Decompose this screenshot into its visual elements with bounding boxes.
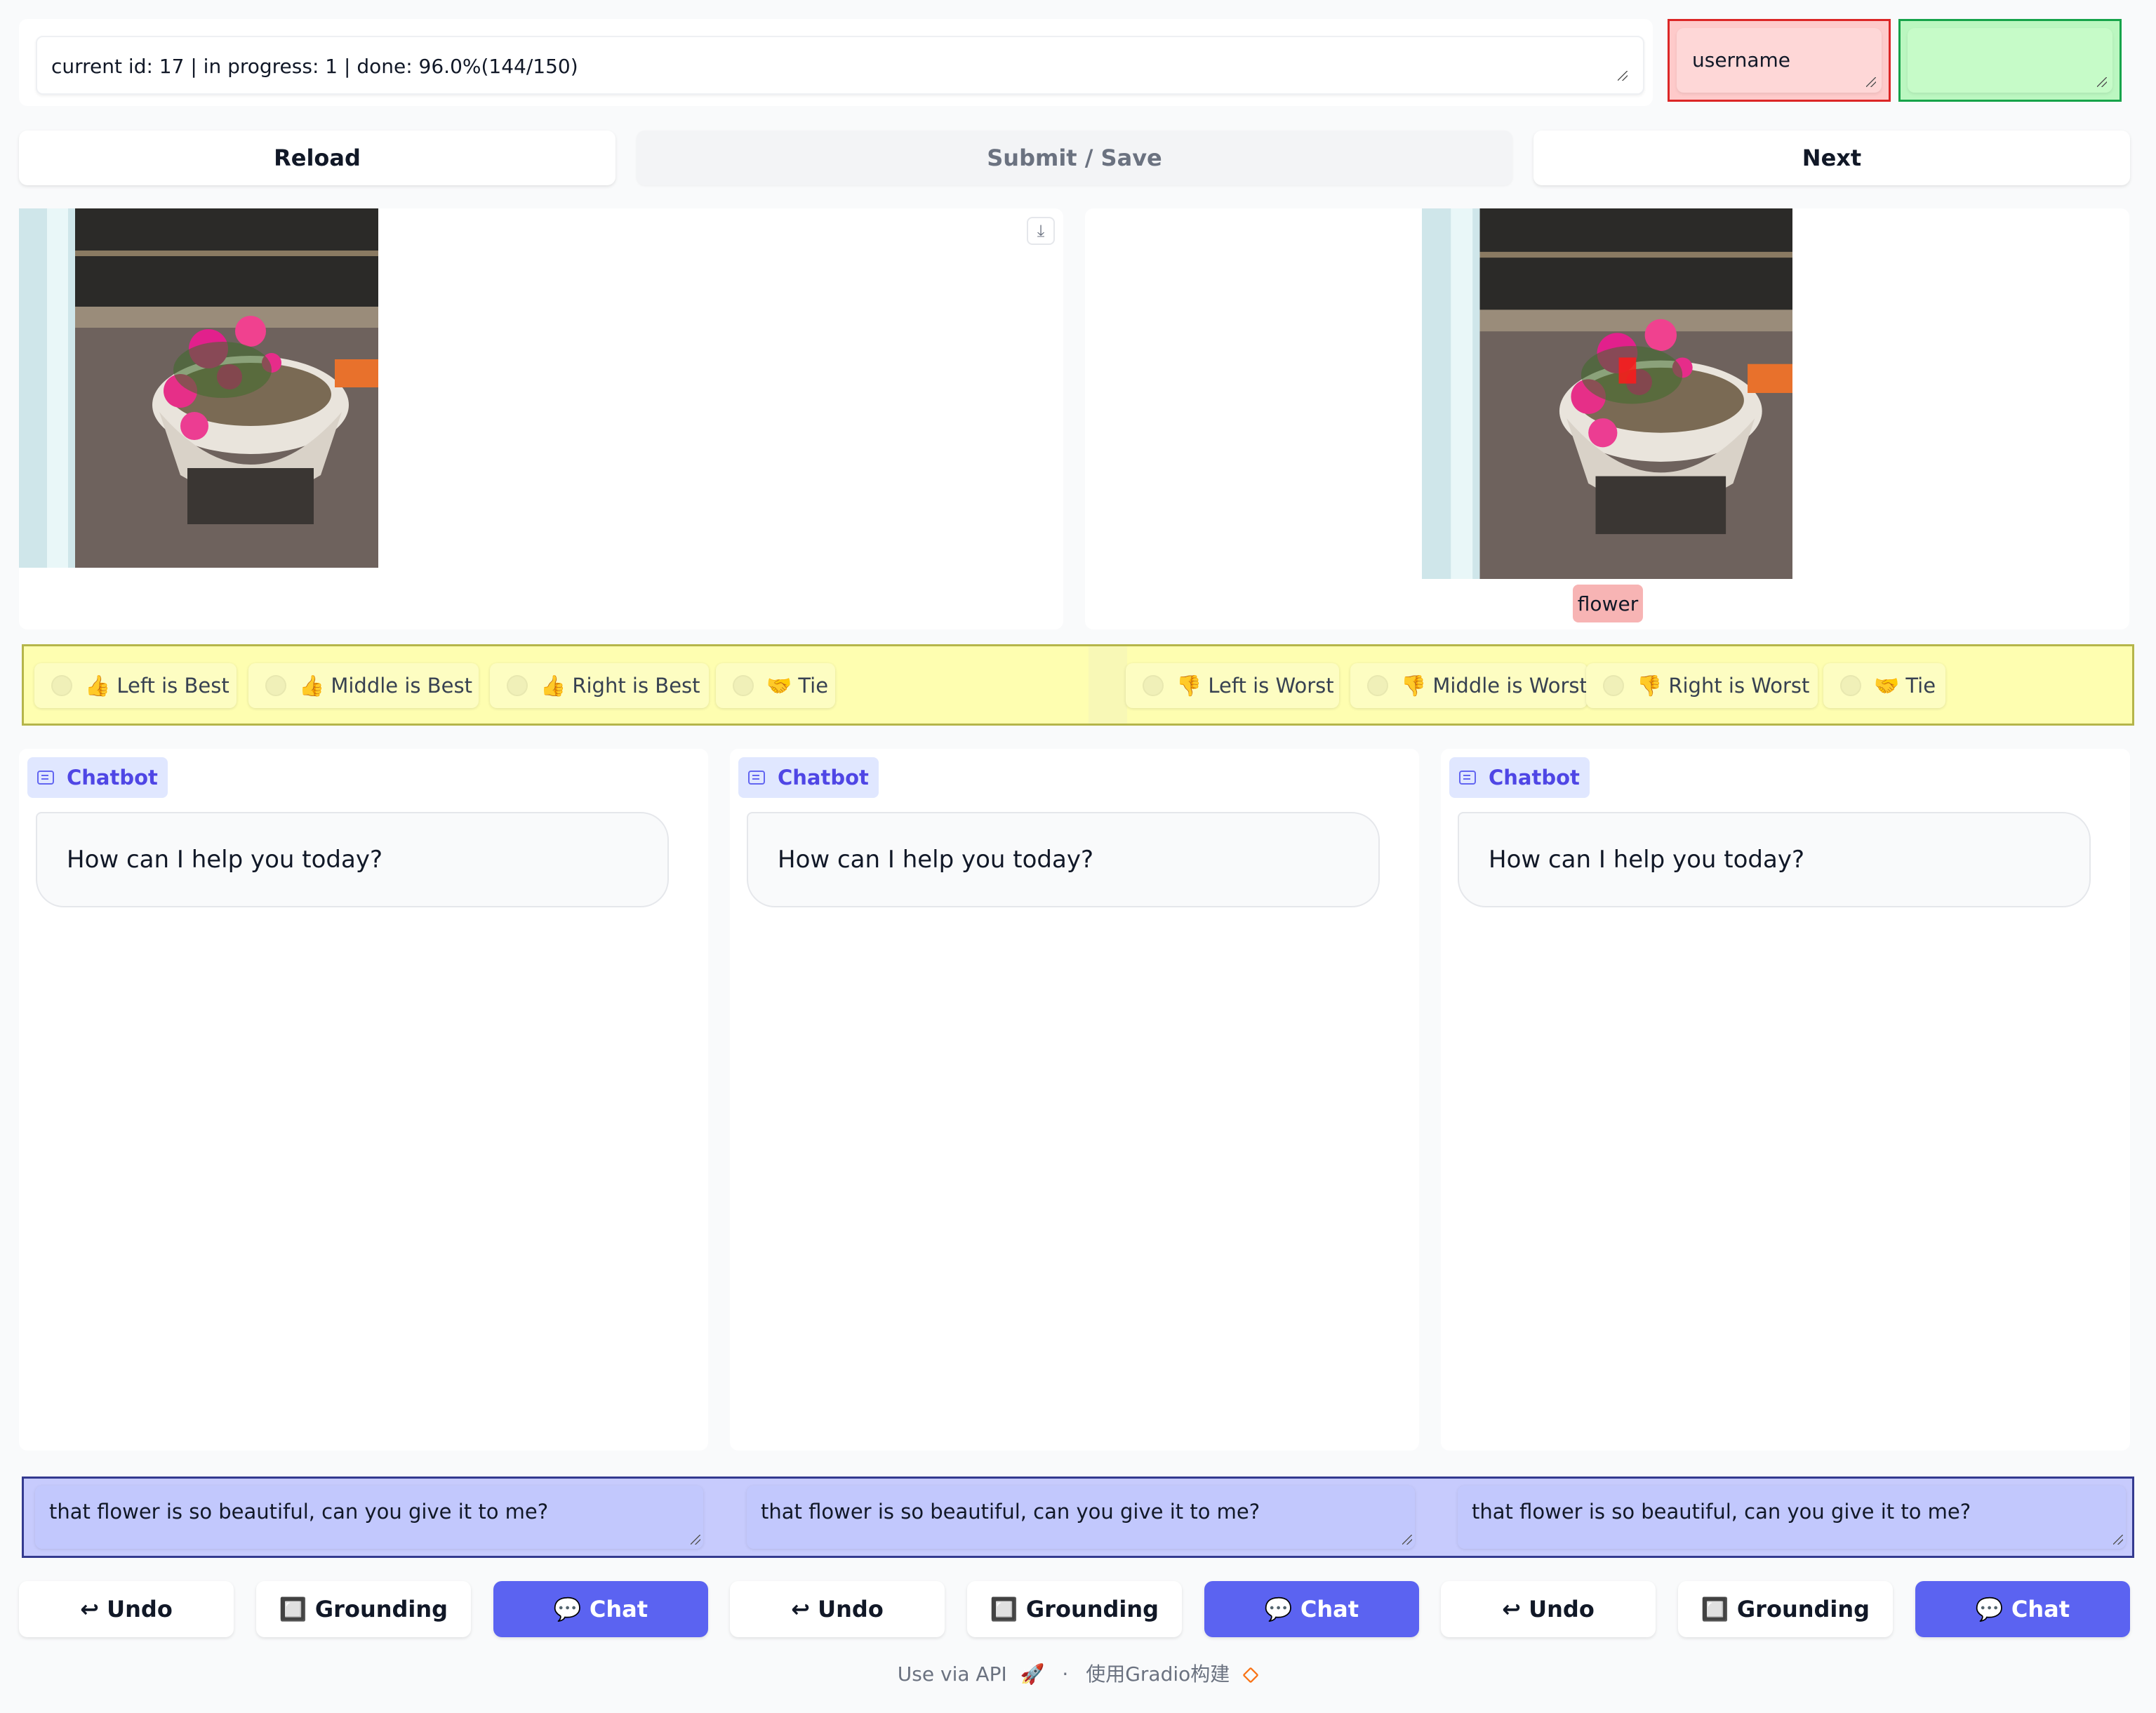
download-icon[interactable]: ⤓ (1027, 217, 1055, 245)
resize-handle-icon[interactable] (1866, 77, 1876, 87)
chat-message: How can I help you today? (1458, 812, 2091, 907)
username-input[interactable]: username (1677, 28, 1882, 93)
gradio-logo-icon (1242, 1667, 1259, 1684)
vote-label: 👍 Middle is Best (299, 673, 472, 698)
vote-middle-worst[interactable]: 👎 Middle is Worst (1350, 663, 1588, 708)
resize-handle-icon[interactable] (691, 1535, 700, 1545)
grounding-label-chip: flower (1573, 585, 1643, 622)
resize-handle-icon[interactable] (1618, 71, 1628, 81)
vote-label: 🤝 Tie (766, 673, 829, 698)
submit-save-button[interactable]: Submit / Save (637, 131, 1512, 185)
radio-icon[interactable] (265, 675, 286, 696)
next-button[interactable]: Next (1533, 131, 2130, 185)
chat-button-left[interactable]: 💬 Chat (493, 1581, 708, 1637)
vote-label: 👎 Left is Worst (1176, 673, 1334, 698)
chat-icon (37, 771, 54, 785)
voting-row: 👍 Left is Best 👍 Middle is Best 👍 Right … (22, 644, 2134, 726)
prompt-input-row: that flower is so beautiful, can you giv… (22, 1477, 2134, 1558)
radio-icon[interactable] (1840, 675, 1861, 696)
grounding-button-middle[interactable]: 🔲 Grounding (967, 1581, 1182, 1637)
footer: Use via API 🚀 · 使用Gradio构建 (0, 1659, 2156, 1687)
vote-label: 👎 Middle is Worst (1401, 673, 1588, 698)
grounding-button-right[interactable]: 🔲 Grounding (1678, 1581, 1893, 1637)
chat-button-right[interactable]: 💬 Chat (1915, 1581, 2130, 1637)
extra-input[interactable] (1908, 28, 2112, 93)
chatbot-panel-middle[interactable]: Chatbot How can I help you today? (730, 749, 1419, 1451)
reload-button[interactable]: Reload (19, 131, 615, 185)
undo-button-left[interactable]: ↩ Undo (19, 1581, 234, 1637)
chatbot-badge-label: Chatbot (67, 766, 158, 789)
chatbot-panel-left[interactable]: Chatbot How can I help you today? (19, 749, 708, 1451)
chat-message: How can I help you today? (36, 812, 669, 907)
radio-icon[interactable] (1603, 675, 1624, 696)
username-container: username (1668, 19, 1891, 102)
extra-field-container (1898, 19, 2122, 102)
built-with-gradio-link[interactable]: 使用Gradio构建 (1086, 1662, 1230, 1686)
status-container: current id: 17 | in progress: 1 | done: … (19, 19, 1653, 106)
chatbot-badge: Chatbot (738, 757, 879, 798)
prompt-input-middle[interactable]: that flower is so beautiful, can you giv… (747, 1486, 1415, 1549)
chat-icon (1459, 771, 1476, 785)
vote-left-best[interactable]: 👍 Left is Best (34, 663, 237, 708)
prompt-input-left[interactable]: that flower is so beautiful, can you giv… (35, 1486, 703, 1549)
chat-button-middle[interactable]: 💬 Chat (1204, 1581, 1419, 1637)
vote-label: 👍 Right is Best (540, 673, 700, 698)
vote-right-best[interactable]: 👍 Right is Best (490, 663, 709, 708)
vote-label: 🤝 Tie (1874, 673, 1936, 698)
undo-button-right[interactable]: ↩ Undo (1441, 1581, 1656, 1637)
radio-icon[interactable] (1367, 675, 1388, 696)
chatbot-badge-label: Chatbot (1489, 766, 1580, 789)
chat-message: How can I help you today? (747, 812, 1380, 907)
right-image-panel: flower (1085, 208, 2129, 629)
radio-icon[interactable] (1143, 675, 1164, 696)
chatbot-badge-label: Chatbot (778, 766, 869, 789)
vote-label: 👎 Right is Worst (1637, 673, 1810, 698)
radio-icon[interactable] (51, 675, 72, 696)
left-image-panel: ⤓ (19, 208, 1063, 629)
vote-left-worst[interactable]: 👎 Left is Worst (1126, 663, 1339, 708)
radio-icon[interactable] (733, 675, 754, 696)
undo-button-middle[interactable]: ↩ Undo (730, 1581, 945, 1637)
chat-icon (748, 771, 765, 785)
chatbot-badge: Chatbot (1449, 757, 1590, 798)
resize-handle-icon[interactable] (2097, 77, 2107, 87)
prompt-input-right[interactable]: that flower is so beautiful, can you giv… (1458, 1486, 2126, 1549)
resize-handle-icon[interactable] (2113, 1535, 2123, 1545)
chatbot-panel-right[interactable]: Chatbot How can I help you today? (1441, 749, 2130, 1451)
rocket-icon: 🚀 (1020, 1662, 1045, 1686)
grounding-button-left[interactable]: 🔲 Grounding (256, 1581, 471, 1637)
vote-tie-best[interactable]: 🤝 Tie (716, 663, 835, 708)
source-image (19, 208, 378, 568)
use-via-api-link[interactable]: Use via API (898, 1662, 1007, 1686)
resize-handle-icon[interactable] (1402, 1535, 1412, 1545)
vote-middle-best[interactable]: 👍 Middle is Best (248, 663, 479, 708)
vote-right-worst[interactable]: 👎 Right is Worst (1586, 663, 1818, 708)
grounding-box (1618, 357, 1637, 384)
vote-tie-worst[interactable]: 🤝 Tie (1823, 663, 1945, 708)
chatbot-badge: Chatbot (27, 757, 168, 798)
vote-label: 👍 Left is Best (85, 673, 229, 698)
grounded-image (1422, 208, 1792, 579)
footer-separator: · (1062, 1662, 1069, 1686)
vote-divider (1089, 646, 1127, 724)
radio-icon[interactable] (507, 675, 528, 696)
progress-status-field[interactable]: current id: 17 | in progress: 1 | done: … (36, 36, 1644, 95)
